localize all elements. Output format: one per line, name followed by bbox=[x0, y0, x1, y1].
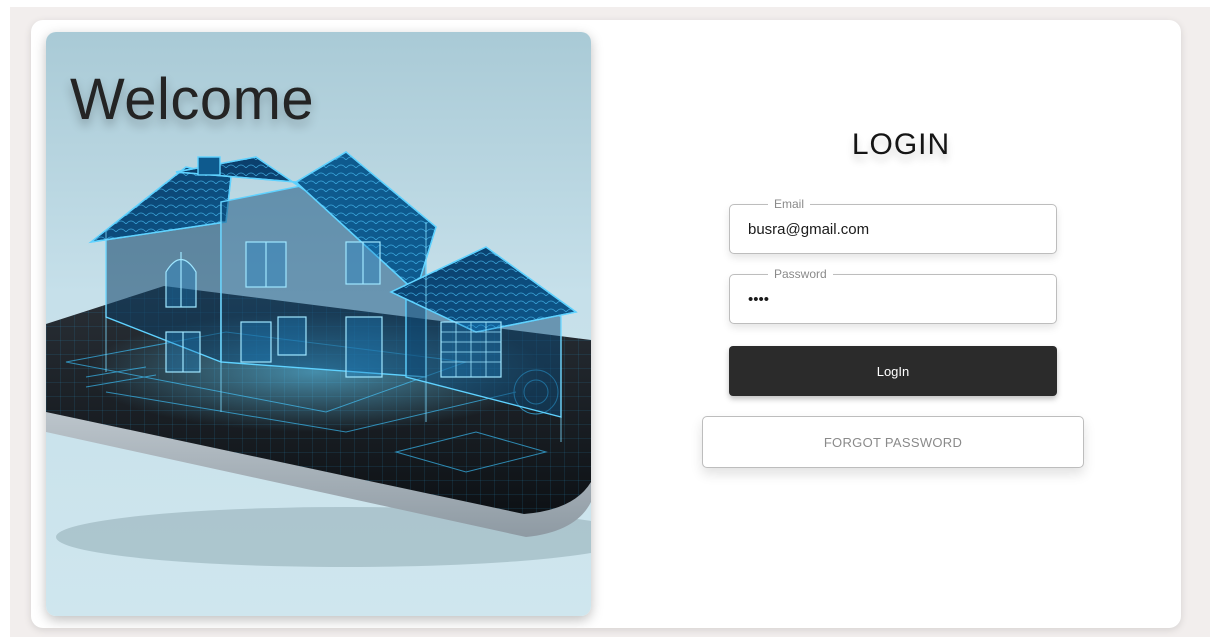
login-card: Welcome LOGIN Email Password LogIn FORGO… bbox=[31, 20, 1181, 628]
login-button[interactable]: LogIn bbox=[729, 346, 1057, 396]
welcome-heading: Welcome bbox=[70, 67, 315, 132]
right-strip bbox=[1210, 0, 1220, 637]
login-title: LOGIN bbox=[851, 128, 951, 161]
top-strip bbox=[0, 0, 1220, 7]
password-field[interactable]: Password bbox=[729, 267, 1057, 324]
password-input[interactable] bbox=[748, 275, 1038, 323]
left-strip bbox=[0, 0, 10, 637]
forgot-password-button[interactable]: FORGOT PASSWORD bbox=[702, 416, 1084, 468]
email-field[interactable]: Email bbox=[729, 197, 1057, 254]
page: Welcome LOGIN Email Password LogIn FORGO… bbox=[0, 0, 1220, 637]
email-input[interactable] bbox=[748, 205, 1038, 253]
hero-image: Welcome bbox=[46, 32, 591, 616]
